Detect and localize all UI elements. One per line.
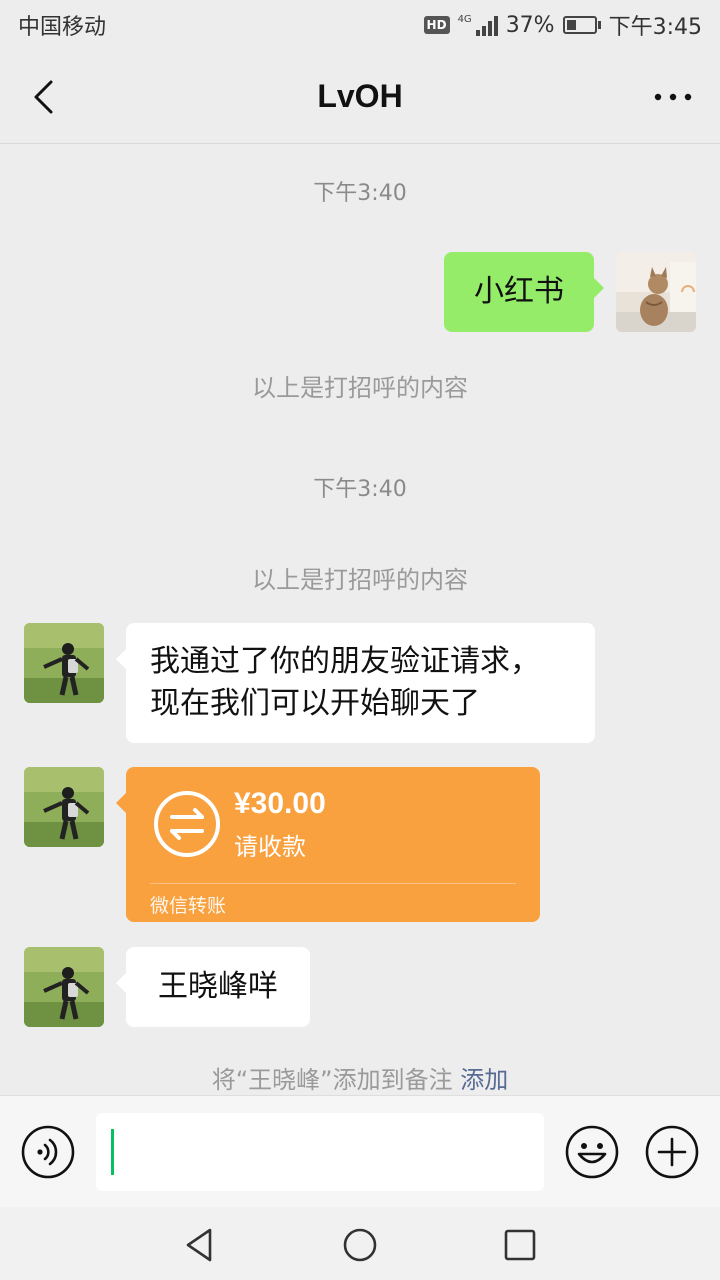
input-bar — [0, 1095, 720, 1207]
transfer-arrows-icon — [154, 791, 220, 857]
message-timestamp: 下午3:40 — [313, 181, 407, 206]
contact-avatar-image — [24, 767, 104, 847]
avatar-self[interactable] — [616, 252, 696, 332]
message-bubble-contact[interactable]: 王晓峰咩 — [116, 947, 310, 1027]
status-indicators: HD 4G 37% 下午3:45 — [423, 9, 702, 41]
back-arrow-icon[interactable] — [22, 72, 72, 122]
nav-home-icon[interactable] — [340, 1225, 380, 1265]
add-remark-link[interactable]: 添加 — [460, 1066, 508, 1094]
system-notice: 以上是打招呼的内容 — [252, 374, 468, 402]
battery-percent: 37% — [505, 12, 555, 38]
cat-avatar-image — [616, 252, 696, 332]
nav-recents-icon[interactable] — [500, 1225, 540, 1265]
chat-header: LvOH — [0, 50, 720, 144]
message-bubble-self[interactable]: 小红书 — [444, 252, 604, 332]
signal-icon: 4G — [458, 14, 498, 36]
avatar-contact[interactable] — [24, 623, 104, 703]
contact-avatar-image — [24, 947, 104, 1027]
transfer-status: 请收款 — [234, 833, 306, 861]
message-timestamp: 下午3:40 — [313, 477, 407, 502]
system-notice: 以上是打招呼的内容 — [252, 566, 468, 594]
contact-avatar-image — [24, 623, 104, 703]
transfer-card[interactable]: ¥30.00 请收款 微信转账 — [116, 767, 540, 922]
status-time: 下午3:45 — [608, 15, 702, 40]
battery-icon — [562, 16, 601, 34]
emoji-icon[interactable] — [564, 1124, 620, 1180]
more-dots-icon[interactable] — [648, 80, 698, 114]
transfer-amount: ¥30.00 — [234, 787, 326, 820]
transfer-footer: 微信转账 — [150, 895, 227, 917]
hd-badge: HD — [423, 16, 450, 34]
message-bubble-contact[interactable]: 我通过了你的朋友验证请求， 现在我们可以开始聊天了 — [116, 623, 595, 743]
message-text: 我通过了你的朋友验证请求， — [150, 644, 540, 679]
plus-icon[interactable] — [644, 1124, 700, 1180]
voice-icon[interactable] — [20, 1124, 76, 1180]
transfer-divider — [150, 883, 516, 884]
status-bar: 中国移动 HD 4G 37% 下午3:45 — [0, 0, 720, 50]
network-type: 4G — [457, 14, 472, 25]
nav-back-icon[interactable] — [180, 1225, 220, 1265]
remark-prompt: 将“王晓峰”添加到备注 添加 — [0, 1060, 720, 1095]
system-navigation-bar — [0, 1207, 720, 1280]
carrier-label: 中国移动 — [18, 15, 107, 40]
avatar-contact[interactable] — [24, 767, 104, 847]
text-caret — [111, 1129, 114, 1175]
avatar-contact[interactable] — [24, 947, 104, 1027]
message-input[interactable] — [96, 1113, 544, 1191]
message-text: 现在我们可以开始聊天了 — [150, 686, 480, 721]
remark-text: 将“王晓峰”添加到备注 — [211, 1066, 453, 1094]
message-list[interactable]: 下午3:40 小红书 以上是打招呼的内容 下午3:40 以上是打招呼的内容 我通… — [0, 145, 720, 1095]
chat-title: LvOH — [317, 78, 403, 114]
